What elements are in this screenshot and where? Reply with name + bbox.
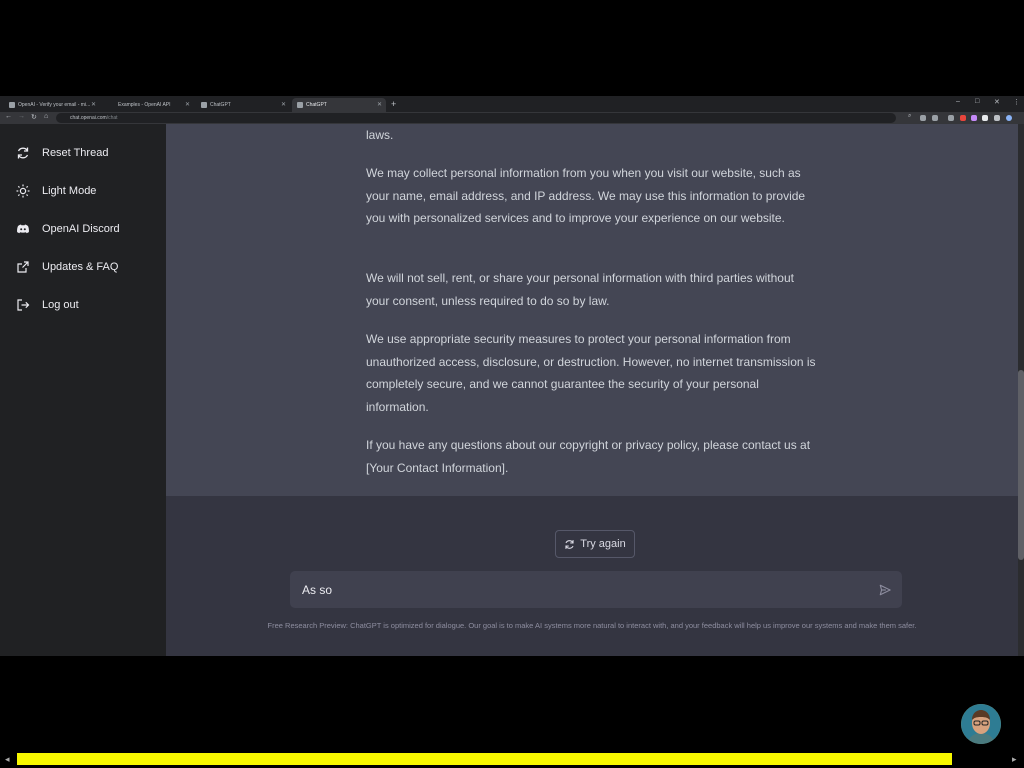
tab-close-icon[interactable]: ✕ [91, 101, 96, 108]
message-paragraph: We will not sell, rent, or share your pe… [366, 271, 794, 308]
window-menu-icon[interactable]: ⋮ [1013, 98, 1020, 106]
home-icon[interactable]: ⌂ [44, 113, 48, 120]
bookmark-star-icon[interactable] [932, 115, 938, 121]
url-field[interactable]: chat.openai.com/chat [56, 113, 896, 123]
message-paragraph: We use appropriate security measures to … [366, 332, 816, 414]
scroll-left-arrow-icon[interactable]: ◂ [5, 753, 10, 765]
zoom-icon[interactable]: ⌕ [908, 113, 914, 119]
tab-favicon-icon [297, 102, 303, 108]
minimize-button[interactable]: – [956, 98, 960, 105]
external-link-icon [16, 260, 30, 274]
sidebar-item-reset-thread[interactable]: Reset Thread [16, 142, 108, 164]
scrollbar-thumb[interactable] [1018, 370, 1024, 560]
chat-main: laws. We may collect personal informatio… [166, 124, 1018, 656]
discord-icon [16, 222, 30, 236]
sidebar-item-light-mode[interactable]: Light Mode [16, 180, 96, 202]
presenter-avatar [961, 704, 1001, 744]
scroll-right-arrow-icon[interactable]: ▸ [1012, 753, 1017, 765]
sidebar-item-label: OpenAI Discord [42, 223, 120, 235]
reload-icon[interactable]: ↻ [31, 113, 37, 121]
tab-close-icon[interactable]: ✕ [377, 101, 382, 108]
tab-label: ChatGPT [306, 102, 327, 108]
maximize-button[interactable]: □ [975, 98, 979, 105]
sidebar-item-label: Light Mode [42, 185, 97, 197]
try-again-button[interactable]: Try again [555, 530, 635, 558]
tab-favicon-icon [109, 102, 115, 108]
address-bar-row: ← → ↻ ⌂ chat.openai.com/chat ⌕ [0, 112, 1024, 124]
sidebar-item-openai-discord[interactable]: OpenAI Discord [16, 218, 120, 240]
forward-arrow-icon[interactable]: → [18, 113, 25, 120]
extension-icon[interactable] [948, 115, 954, 121]
tab-favicon-icon [201, 102, 207, 108]
tab-label: ChatGPT [210, 102, 231, 108]
share-icon[interactable] [920, 115, 926, 121]
sidepanel-icon[interactable] [994, 115, 1000, 121]
message-input[interactable] [290, 571, 860, 608]
tab-chatgpt-active[interactable]: ChatGPT ✕ [292, 98, 386, 112]
highlight-bar [17, 753, 952, 765]
message-paragraph: If you have any questions about our copy… [366, 438, 811, 475]
message-composer [290, 571, 902, 608]
browser-window: OpenAI - Verify your email - mi... ✕ Exa… [0, 96, 1024, 656]
extensions-puzzle-icon[interactable] [982, 115, 988, 121]
sidebar-item-updates-faq[interactable]: Updates & FAQ [16, 256, 118, 278]
tab-chatgpt-1[interactable]: ChatGPT ✕ [196, 98, 290, 112]
assistant-message: laws. We may collect personal informatio… [166, 124, 1018, 496]
message-paragraph: laws. [366, 128, 394, 142]
back-arrow-icon[interactable]: ← [5, 113, 12, 120]
close-window-button[interactable]: ✕ [994, 98, 1000, 106]
logout-icon [16, 298, 30, 312]
try-again-label: Try again [580, 538, 626, 550]
sidebar-item-log-out[interactable]: Log out [16, 294, 79, 316]
sidebar: Reset Thread Light Mode OpenAI Discord U… [0, 124, 166, 656]
page-scrollbar[interactable] [1018, 124, 1024, 656]
send-icon[interactable] [878, 583, 892, 597]
sun-icon [16, 184, 30, 198]
profile-icon[interactable] [1006, 115, 1012, 121]
tab-openai-verify[interactable]: OpenAI - Verify your email - mi... ✕ [4, 98, 100, 112]
message-paragraph: We may collect personal information from… [366, 166, 806, 225]
tab-examples[interactable]: Examples - OpenAI API ✕ [104, 98, 194, 112]
url-host: chat.openai.com [70, 115, 107, 121]
refresh-icon [564, 539, 575, 550]
tab-label: OpenAI - Verify your email - mi... [18, 102, 91, 108]
tab-strip: OpenAI - Verify your email - mi... ✕ Exa… [0, 96, 1024, 112]
tab-close-icon[interactable]: ✕ [185, 101, 190, 108]
new-tab-button[interactable]: + [391, 99, 396, 109]
tab-close-icon[interactable]: ✕ [281, 101, 286, 108]
research-preview-note: Free Research Preview: ChatGPT is optimi… [267, 621, 917, 630]
extension-icon[interactable] [960, 115, 966, 121]
reset-icon [16, 146, 30, 160]
tab-label: Examples - OpenAI API [118, 102, 171, 108]
sidebar-item-label: Reset Thread [42, 147, 109, 159]
sidebar-item-label: Updates & FAQ [42, 261, 119, 273]
sidebar-item-label: Log out [42, 299, 79, 311]
extension-icon[interactable] [971, 115, 977, 121]
tab-favicon-icon [9, 102, 15, 108]
url-path: /chat [106, 115, 118, 121]
